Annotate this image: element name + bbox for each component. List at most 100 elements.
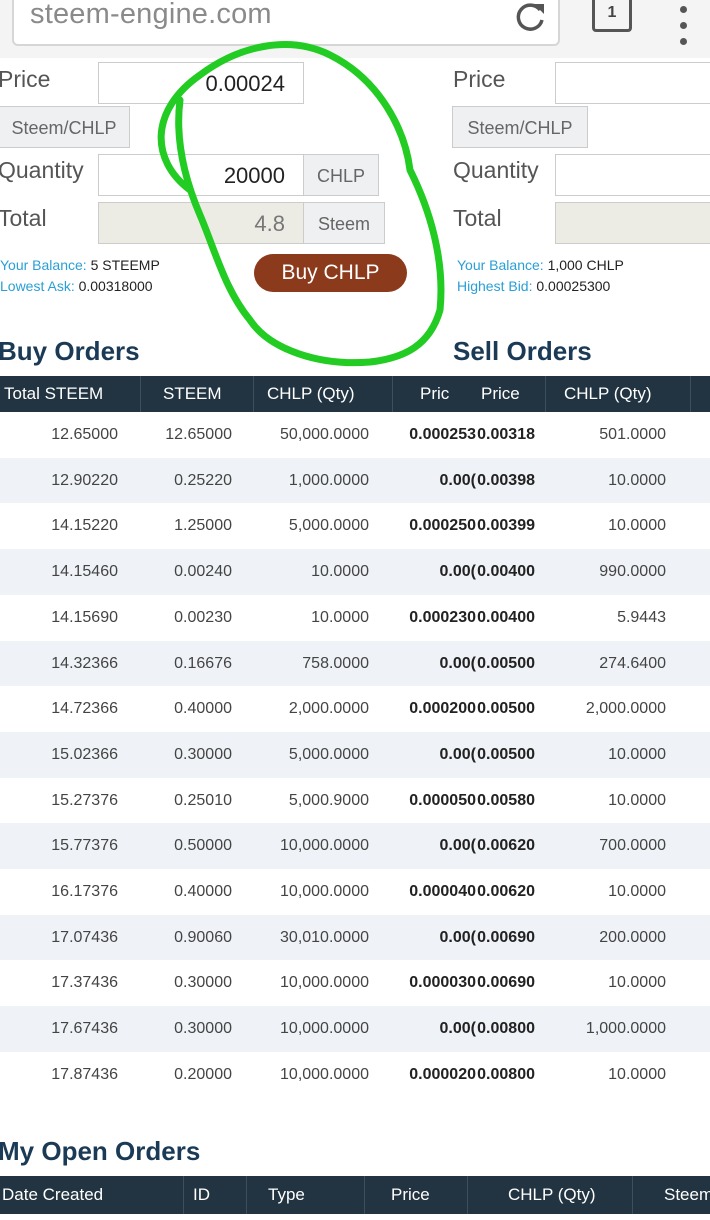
cell-total-steem: 17.37436 <box>51 974 118 992</box>
col-chlp-qty[interactable]: CHLP (Qty) <box>267 376 355 412</box>
table-row[interactable]: 12.65000 12.65000 50,000.0000 0.000253 0.003… <box>0 412 710 458</box>
table-row[interactable]: 14.32366 0.16676 758.0000 0.00(0.00500 274.6… <box>0 640 710 687</box>
cell-sell-chlp-qty: 990.0000 <box>599 563 666 581</box>
open-orders-title: My Open Orders <box>0 1136 201 1166</box>
cell-chlp-qty: 5,000.9000 <box>288 791 369 809</box>
col-steem[interactable]: STEEM <box>163 376 222 412</box>
col-id[interactable]: ID <box>193 1176 210 1214</box>
url-bar[interactable]: steem-engine.com <box>12 0 560 46</box>
table-row[interactable]: 17.37436 0.30000 10,000.0000 0.000030 0.0069… <box>0 960 710 1006</box>
cell-sell-chlp-qty: 2,000.0000 <box>585 700 666 718</box>
cell-buy-price: 0.000040 <box>409 883 476 900</box>
col-type[interactable]: Type <box>268 1176 305 1214</box>
cell-steem: 0.30000 <box>174 1020 232 1038</box>
col-sell-price[interactable]: Price <box>481 376 520 412</box>
table-row[interactable]: 14.15690 0.00230 10.0000 0.000230 0.00400 5.9… <box>0 595 710 641</box>
cell-chlp-qty: 30,010.0000 <box>280 928 369 946</box>
sell-total-input <box>555 202 710 244</box>
buy-price-input[interactable]: 0.00024 <box>98 62 304 104</box>
table-row[interactable]: 17.07436 0.90060 30,010.0000 0.00(0.00690 20… <box>0 914 710 961</box>
cell-total-steem: 15.02366 <box>51 745 118 763</box>
sell-quantity-input[interactable] <box>555 154 710 196</box>
more-menu-icon[interactable] <box>676 6 690 45</box>
cell-steem: 0.00240 <box>174 563 232 581</box>
table-row[interactable]: 15.77376 0.50000 10,000.0000 0.00(0.00620 70… <box>0 823 710 869</box>
col-total-steem[interactable]: Total STEEM <box>4 376 103 412</box>
cell-steem: 0.90060 <box>174 928 232 946</box>
cell-buy-price: 0.000250 <box>409 517 476 535</box>
cell-sell-chlp-qty: 10.0000 <box>608 745 666 763</box>
buy-button[interactable]: Buy CHLP <box>254 254 407 292</box>
cell-chlp-qty: 50,000.0000 <box>280 426 369 443</box>
sell-price-input[interactable] <box>555 62 710 104</box>
cell-sell-price: 0.00400 <box>477 563 535 581</box>
col-buy-price[interactable]: Pric <box>420 376 449 412</box>
buy-quantity-input[interactable]: 20000 <box>98 154 304 196</box>
col-open-chlp-qty[interactable]: CHLP (Qty) <box>508 1176 596 1214</box>
table-row[interactable]: 16.17376 0.40000 10,000.0000 0.000040 0.0062… <box>0 869 710 915</box>
cell-steem: 0.20000 <box>174 1065 232 1083</box>
cell-chlp-qty: 2,000.0000 <box>288 700 369 718</box>
buy-total-unit: Steem <box>303 202 385 244</box>
sell-balance: Your Balance: 1,000 CHLP <box>457 257 624 273</box>
cell-buy-price: 0.00( <box>439 1020 476 1038</box>
cell-chlp-qty: 10.0000 <box>311 608 369 626</box>
cell-total-steem: 12.90220 <box>51 471 118 489</box>
table-row[interactable]: 14.15220 1.25000 5,000.0000 0.000250 0.00399… <box>0 503 710 549</box>
buy-balance-value: 5 STEEMP <box>90 257 160 273</box>
buy-total-input: 4.8 <box>98 202 304 244</box>
lowest-ask-label[interactable]: Lowest Ask: <box>0 278 75 294</box>
cell-sell-price: 0.00398 <box>477 471 535 489</box>
cell-buy-price: 0.00( <box>439 563 476 581</box>
cell-total-steem: 17.07436 <box>51 928 118 946</box>
tabs-count-icon[interactable]: 1 <box>592 0 632 32</box>
table-row[interactable]: 14.15460 0.00240 10.0000 0.00(0.00400 990.00… <box>0 549 710 595</box>
cell-chlp-qty: 5,000.0000 <box>288 745 369 763</box>
cell-buy-price: 0.000253 <box>409 426 476 443</box>
buy-price-label: Price <box>0 66 51 92</box>
cell-sell-chlp-qty: 1,000.0000 <box>585 1020 666 1038</box>
cell-chlp-qty: 1,000.0000 <box>288 471 369 489</box>
highest-bid: Highest Bid: 0.00025300 <box>457 278 610 294</box>
sell-price-label: Price <box>453 66 506 92</box>
col-sell-chlp-qty[interactable]: CHLP (Qty) <box>564 376 652 412</box>
cell-sell-chlp-qty: 200.0000 <box>599 928 666 946</box>
col-steem-open[interactable]: Steem <box>664 1176 710 1214</box>
open-orders-header: Date Created ID Type Price CHLP (Qty) St… <box>0 1176 710 1214</box>
col-price[interactable]: Price <box>391 1176 430 1214</box>
cell-buy-price: 0.00( <box>439 837 476 855</box>
cell-chlp-qty: 10,000.0000 <box>280 883 369 900</box>
col-date-created[interactable]: Date Created <box>2 1176 103 1214</box>
cell-buy-price: 0.000030 <box>409 974 476 992</box>
buy-balance: Your Balance: 5 STEEMP <box>0 257 160 273</box>
cell-steem: 0.30000 <box>174 745 232 763</box>
cell-buy-price: 0.000020 <box>409 1065 476 1083</box>
table-row[interactable]: 17.67436 0.30000 10,000.0000 0.00(0.00800 1,… <box>0 1006 710 1052</box>
cell-steem: 0.00230 <box>174 608 232 626</box>
buy-balance-label: Your Balance: <box>0 257 87 273</box>
cell-buy-price: 0.00( <box>439 928 476 946</box>
cell-sell-price: 0.00800 <box>477 1065 535 1083</box>
buy-quantity-unit: CHLP <box>303 154 379 196</box>
table-row[interactable]: 17.87436 0.20000 10,000.0000 0.000020 0.0080… <box>0 1052 710 1098</box>
cell-sell-price: 0.00620 <box>477 883 535 900</box>
cell-sell-chlp-qty: 10.0000 <box>608 791 666 809</box>
highest-bid-label[interactable]: Highest Bid: <box>457 278 532 294</box>
reload-icon[interactable] <box>512 0 548 36</box>
cell-total-steem: 14.15690 <box>51 608 118 626</box>
browser-toolbar: steem-engine.com 1 <box>0 0 710 58</box>
cell-steem: 0.40000 <box>174 700 232 718</box>
cell-chlp-qty: 10,000.0000 <box>280 1020 369 1038</box>
orders-table-header: Total STEEM STEEM CHLP (Qty) Pric Price … <box>0 376 710 412</box>
cell-chlp-qty: 10,000.0000 <box>280 1065 369 1083</box>
buy-total-label: Total <box>0 205 47 231</box>
sell-balance-label: Your Balance: <box>457 257 544 273</box>
table-row[interactable]: 15.27376 0.25010 5,000.9000 0.000050 0.00580… <box>0 778 710 824</box>
cell-buy-price: 0.000230 <box>409 608 476 626</box>
table-row[interactable]: 14.72366 0.40000 2,000.0000 0.000200 0.00500… <box>0 686 710 732</box>
table-row[interactable]: 12.90220 0.25220 1,000.0000 0.00(0.00398 10.… <box>0 457 710 504</box>
buy-orders-title: Buy Orders <box>0 336 140 366</box>
table-row[interactable]: 15.02366 0.30000 5,000.0000 0.00(0.00500 10.… <box>0 731 710 778</box>
cell-sell-price: 0.00690 <box>477 974 535 992</box>
cell-total-steem: 17.67436 <box>51 1020 118 1038</box>
